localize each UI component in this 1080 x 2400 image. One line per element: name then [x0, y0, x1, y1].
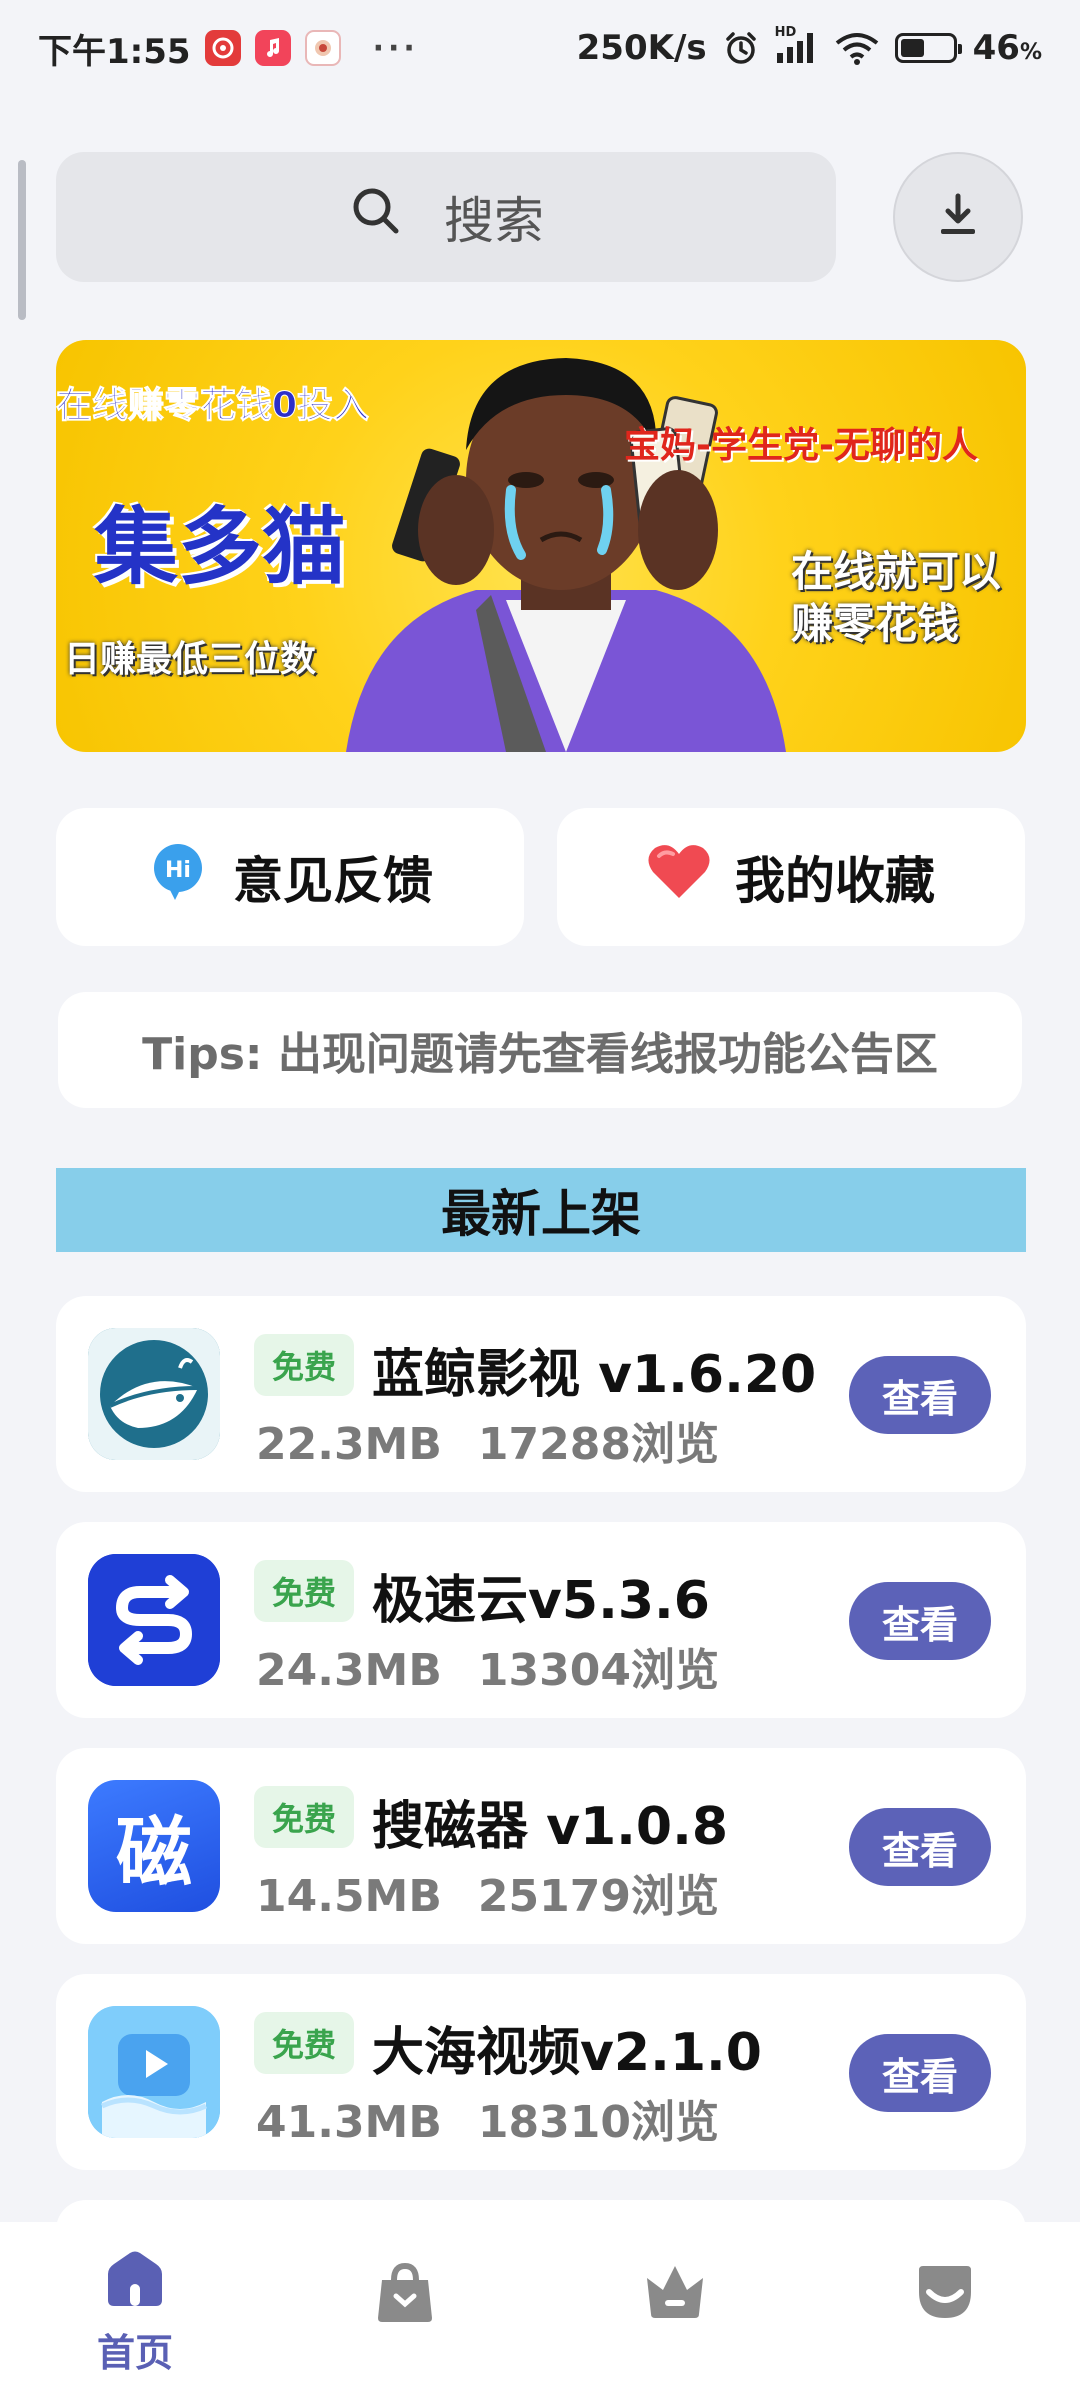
download-icon	[933, 190, 983, 244]
music-note-icon	[254, 30, 291, 66]
app-card-jisuyun[interactable]: 免费 极速云v5.3.6 24.3MB 13304浏览 查看	[56, 1522, 1026, 1718]
app-name: 蓝鲸影视 v1.6.20	[372, 1345, 817, 1405]
feedback-label: 意见反馈	[233, 852, 433, 910]
app-size: 14.5MB	[256, 1871, 442, 1922]
video-play-app-icon	[88, 2006, 220, 2138]
status-time: 下午1:55	[38, 31, 191, 72]
svg-text:Hi: Hi	[165, 858, 191, 883]
app-name: 大海视频v2.1.0	[372, 2023, 762, 2083]
app-meta: 22.3MB 17288浏览	[256, 1408, 719, 1472]
app-name: 搜磁器 v1.0.8	[372, 1797, 729, 1857]
chat-bubble-icon: Hi	[147, 840, 209, 914]
home-icon	[104, 2250, 166, 2312]
banner-brand: 集多猫	[94, 498, 347, 596]
banner-headline: 在线赚零花钱0投入	[56, 385, 370, 427]
search-input[interactable]: 搜索	[56, 152, 836, 282]
crown-icon	[645, 2262, 705, 2324]
app-views: 13304浏览	[477, 1645, 719, 1696]
view-button[interactable]: 查看	[849, 1808, 991, 1886]
app-meta: 14.5MB 25179浏览	[256, 1860, 719, 1924]
search-icon	[348, 183, 404, 251]
app-size: 24.3MB	[256, 1645, 442, 1696]
view-button[interactable]: 查看	[849, 1356, 991, 1434]
app-card-dahai[interactable]: 免费 大海视频v2.1.0 41.3MB 18310浏览 查看	[56, 1974, 1026, 2170]
battery-icon	[894, 33, 962, 63]
battery-level: 46%	[972, 28, 1042, 68]
tips-notice: Tips: 出现问题请先查看线报功能公告区	[58, 992, 1022, 1108]
alarm-icon	[723, 30, 759, 66]
more-notifications-icon: ···	[372, 30, 419, 66]
app-views: 18310浏览	[477, 2097, 719, 2148]
app-views: 25179浏览	[477, 1871, 719, 1922]
profile-shield-icon	[915, 2262, 975, 2326]
app-meta: 41.3MB 18310浏览	[256, 2086, 719, 2150]
scroll-indicator	[18, 160, 26, 320]
favorites-label: 我的收藏	[735, 852, 935, 910]
favorites-button[interactable]: 我的收藏	[557, 808, 1025, 946]
status-bar: 下午1:55 ··· 250K/s HD 46%	[0, 0, 1080, 96]
view-button[interactable]: 查看	[849, 2034, 991, 2112]
section-title-new-arrivals: 最新上架	[56, 1168, 1026, 1252]
free-badge: 免费	[254, 1786, 354, 1848]
magnet-app-icon: 磁	[88, 1780, 220, 1912]
download-button[interactable]	[893, 152, 1023, 282]
view-button[interactable]: 查看	[849, 1582, 991, 1660]
nav-shop[interactable]	[270, 2222, 540, 2400]
app-size: 41.3MB	[256, 2097, 442, 2148]
banner-online-earn: 在线就可以赚零花钱	[791, 547, 1002, 648]
app-name: 极速云v5.3.6	[372, 1571, 710, 1631]
banner-illustration	[346, 358, 786, 752]
free-badge: 免费	[254, 1334, 354, 1396]
whale-app-icon	[88, 1328, 220, 1460]
netease-music-icon	[204, 30, 241, 66]
nav-home[interactable]: 首页	[0, 2222, 270, 2400]
free-badge: 免费	[254, 1560, 354, 1622]
heart-icon	[647, 842, 711, 912]
app-list: 免费 蓝鲸影视 v1.6.20 22.3MB 17288浏览 查看 免费 极速云v…	[56, 1296, 1026, 2260]
hd-label: HD	[774, 25, 797, 40]
signal-icon: HD	[775, 25, 819, 65]
banner-daily-earnings: 日赚最低三位数	[64, 639, 317, 680]
wifi-icon	[835, 31, 879, 65]
nav-home-label: 首页	[96, 2331, 173, 2375]
sync-s-app-icon	[88, 1554, 220, 1686]
promo-banner[interactable]: 在线赚零花钱0投入 集多猫 日赚最低三位数 宝妈-学生党-无聊的人 在线就可以赚…	[56, 340, 1026, 752]
app-card-lanjing[interactable]: 免费 蓝鲸影视 v1.6.20 22.3MB 17288浏览 查看	[56, 1296, 1026, 1492]
shopping-bag-icon	[376, 2262, 434, 2328]
bottom-nav: 首页	[0, 2222, 1080, 2400]
free-badge: 免费	[254, 2012, 354, 2074]
banner-audience: 宝妈-学生党-无聊的人	[624, 425, 978, 466]
nav-profile[interactable]	[810, 2222, 1080, 2400]
network-speed: 250K/s	[576, 28, 707, 68]
app-notification-icon	[304, 30, 341, 66]
nav-ranking[interactable]	[540, 2222, 810, 2400]
app-card-soucier[interactable]: 磁 免费 搜磁器 v1.0.8 14.5MB 25179浏览 查看	[56, 1748, 1026, 1944]
app-views: 17288浏览	[477, 1419, 719, 1470]
app-meta: 24.3MB 13304浏览	[256, 1634, 719, 1698]
feedback-button[interactable]: Hi 意见反馈	[56, 808, 524, 946]
app-size: 22.3MB	[256, 1419, 442, 1470]
search-placeholder: 搜索	[444, 192, 544, 250]
